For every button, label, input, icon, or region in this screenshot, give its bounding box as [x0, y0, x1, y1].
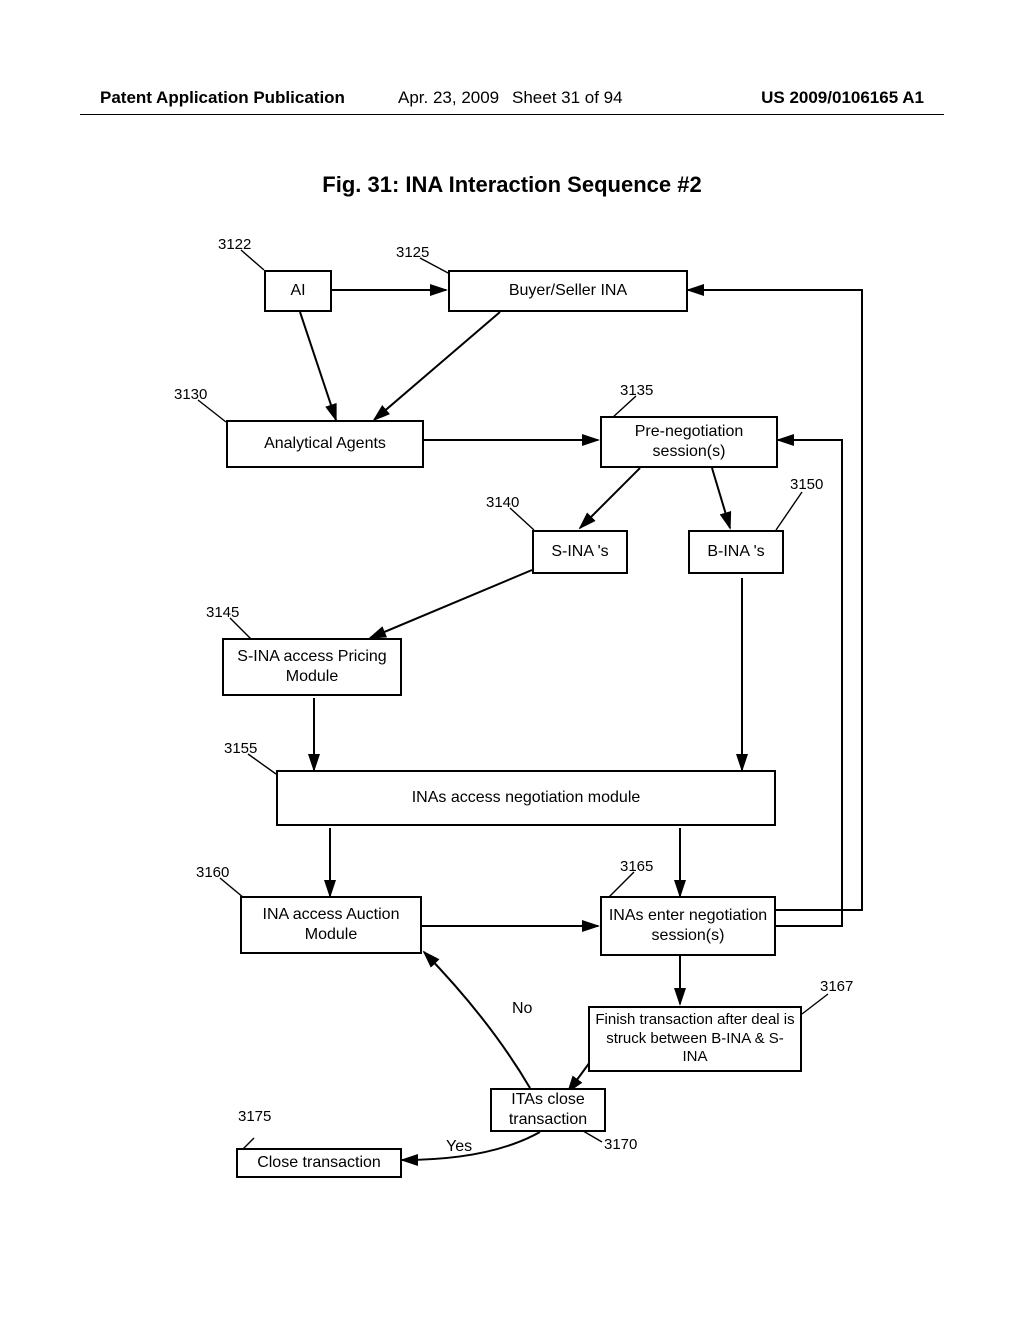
box-auction-module: INA access Auction Module	[240, 896, 422, 954]
ref-3125: 3125	[396, 244, 429, 261]
label-no: No	[512, 1000, 532, 1018]
ref-3160: 3160	[196, 864, 229, 881]
box-neg-module: INAs access negotiation module	[276, 770, 776, 826]
ref-3175: 3175	[238, 1108, 271, 1125]
ref-3135: 3135	[620, 382, 653, 399]
ref-3155: 3155	[224, 740, 257, 757]
ref-3170: 3170	[604, 1136, 637, 1153]
box-ai: AI	[264, 270, 332, 312]
box-buyer-seller-ina: Buyer/Seller INA	[448, 270, 688, 312]
header-date: Apr. 23, 2009	[398, 88, 499, 108]
figure-title: Fig. 31: INA Interaction Sequence #2	[80, 172, 944, 198]
box-analytical-agents: Analytical Agents	[226, 420, 424, 468]
connector-lines	[140, 230, 880, 1230]
page-frame: Patent Application Publication Apr. 23, …	[80, 60, 944, 1260]
box-enter-negotiation: INAs enter negotiation session(s)	[600, 896, 776, 956]
header-sheet: Sheet 31 of 94	[512, 88, 623, 108]
box-finish-transaction: Finish transaction after deal is struck …	[588, 1006, 802, 1072]
ref-3130: 3130	[174, 386, 207, 403]
ref-3122: 3122	[218, 236, 251, 253]
ref-3150: 3150	[790, 476, 823, 493]
header-number: US 2009/0106165 A1	[761, 88, 924, 108]
header-publication: Patent Application Publication	[100, 88, 345, 108]
ref-3145: 3145	[206, 604, 239, 621]
box-itas-close: ITAs close transaction	[490, 1088, 606, 1132]
box-pre-negotiation: Pre-negotiation session(s)	[600, 416, 778, 468]
diagram-canvas: AI Buyer/Seller INA Analytical Agents Pr…	[140, 230, 880, 1230]
ref-3140: 3140	[486, 494, 519, 511]
box-s-inas: S-INA 's	[532, 530, 628, 574]
box-sina-pricing: S-INA access Pricing Module	[222, 638, 402, 696]
label-yes: Yes	[446, 1138, 472, 1156]
header-rule	[80, 114, 944, 115]
box-close-transaction: Close transaction	[236, 1148, 402, 1178]
ref-3165: 3165	[620, 858, 653, 875]
box-b-inas: B-INA 's	[688, 530, 784, 574]
ref-3167: 3167	[820, 978, 853, 995]
